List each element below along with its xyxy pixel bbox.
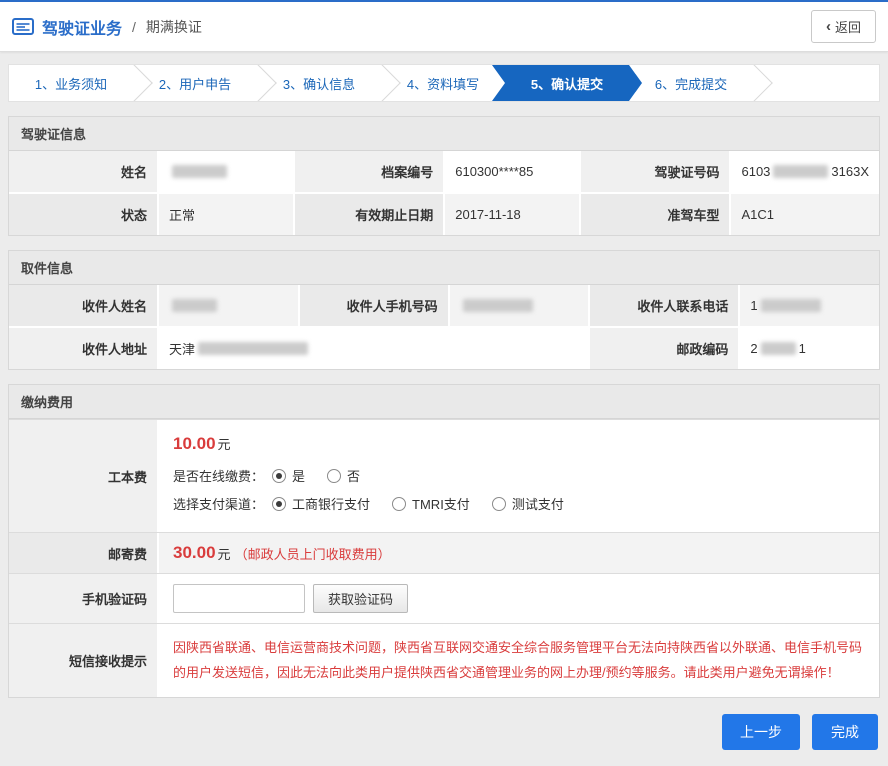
radio-channel-icbc[interactable]: 工商银行支付 xyxy=(272,494,370,513)
name-value xyxy=(159,151,293,192)
mail-fee-note: （邮政人员上门收取费用） xyxy=(235,544,391,563)
expiry-label: 有效期止日期 xyxy=(295,194,443,235)
vehicle-type-value: A1C1 xyxy=(731,194,879,235)
radio-channel-test[interactable]: 测试支付 xyxy=(492,494,564,513)
pay-channel-option-line: 选择支付渠道： 工商银行支付 TMRI支付 测试支付 xyxy=(173,494,865,513)
address-value: 天津 xyxy=(159,328,588,369)
production-fee-row: 工本费 10.00元 是否在线缴费： 是 否 选择支付渠道： xyxy=(9,419,879,532)
address-label: 收件人地址 xyxy=(9,328,157,369)
redacted-name xyxy=(172,165,227,178)
production-fee-amount: 10.00 xyxy=(173,434,216,453)
mail-fee-label: 邮寄费 xyxy=(9,533,157,573)
license-no-value: 61033163X xyxy=(731,151,879,192)
mail-fee-content: 30.00元（邮政人员上门收取费用） xyxy=(159,533,879,573)
breadcrumb-current: 期满换证 xyxy=(146,17,202,37)
breadcrumb-separator: / xyxy=(132,19,136,35)
mail-fee-row: 邮寄费 30.00元（邮政人员上门收取费用） xyxy=(9,532,879,573)
recipient-phone-value: 1 xyxy=(740,285,879,326)
section-title-license: 驾驶证信息 xyxy=(9,117,879,151)
recipient-name-label: 收件人姓名 xyxy=(9,285,157,326)
back-button-label: 返回 xyxy=(835,17,861,36)
vehicle-type-label: 准驾车型 xyxy=(581,194,729,235)
production-fee-label: 工本费 xyxy=(9,420,157,532)
sms-notice-text: 因陕西省联通、电信运营商技术问题，陕西省互联网交通安全综合服务管理平台无法向持陕… xyxy=(173,634,865,687)
status-value: 正常 xyxy=(159,194,293,235)
fee-unit: 元 xyxy=(218,437,231,452)
step-4-fill-data: 4、资料填写 xyxy=(381,65,505,101)
step-2-user-declaration: 2、用户申告 xyxy=(133,65,257,101)
step-5-confirm-submit-active: 5、确认提交 xyxy=(492,65,642,101)
finish-button[interactable]: 完成 xyxy=(812,714,878,750)
step-1-business-notice: 1、业务须知 xyxy=(9,65,133,101)
license-business-icon xyxy=(12,18,34,35)
license-info-table: 姓名 档案编号 610300****85 驾驶证号码 61033163X 状态 … xyxy=(9,151,879,235)
sms-code-input[interactable] xyxy=(173,584,305,613)
sms-notice-label: 短信接收提示 xyxy=(9,624,157,697)
fee-unit: 元 xyxy=(218,544,231,563)
sms-notice-row: 短信接收提示 因陕西省联通、电信运营商技术问题，陕西省互联网交通安全综合服务管理… xyxy=(9,623,879,697)
section-title-pickup: 取件信息 xyxy=(9,251,879,285)
production-fee-amount-line: 10.00元 xyxy=(173,434,865,454)
redacted-recipient-name xyxy=(172,299,217,312)
pay-channel-label: 选择支付渠道： xyxy=(173,494,264,513)
redacted-postcode xyxy=(761,342,796,355)
file-no-label: 档案编号 xyxy=(295,151,443,192)
sms-code-row: 手机验证码 获取验证码 xyxy=(9,573,879,623)
radio-channel-tmri[interactable]: TMRI支付 xyxy=(392,494,470,513)
previous-step-button[interactable]: 上一步 xyxy=(722,714,800,750)
recipient-phone-label: 收件人联系电话 xyxy=(590,285,738,326)
header: 驾驶证业务 / 期满换证 ‹ 返回 xyxy=(0,2,888,52)
pickup-info-table: 收件人姓名 收件人手机号码 收件人联系电话 1 收件人地址 天津 邮政编码 21 xyxy=(9,285,879,369)
chevron-left-icon: ‹ xyxy=(826,19,831,34)
radio-selected-icon xyxy=(272,469,286,483)
postcode-label: 邮政编码 xyxy=(590,328,738,369)
sms-code-content: 获取验证码 xyxy=(159,574,879,623)
production-fee-content: 10.00元 是否在线缴费： 是 否 选择支付渠道： 工商银行支付 xyxy=(159,420,879,532)
sms-notice-content: 因陕西省联通、电信运营商技术问题，陕西省互联网交通安全综合服务管理平台无法向持陕… xyxy=(159,624,879,697)
recipient-name-value xyxy=(159,285,298,326)
radio-unselected-icon xyxy=(392,497,406,511)
step-indicator: 1、业务须知 2、用户申告 3、确认信息 4、资料填写 5、确认提交 6、完成提… xyxy=(8,64,880,102)
name-label: 姓名 xyxy=(9,151,157,192)
get-code-button[interactable]: 获取验证码 xyxy=(313,584,408,613)
recipient-mobile-label: 收件人手机号码 xyxy=(300,285,448,326)
file-no-value: 610300****85 xyxy=(445,151,579,192)
pickup-info-section: 取件信息 收件人姓名 收件人手机号码 收件人联系电话 1 收件人地址 天津 邮政… xyxy=(8,250,880,370)
redacted-recipient-mobile xyxy=(463,299,533,312)
expiry-value: 2017-11-18 xyxy=(445,194,579,235)
recipient-mobile-value xyxy=(450,285,589,326)
step-3-confirm-info: 3、确认信息 xyxy=(257,65,381,101)
online-pay-label: 是否在线缴费： xyxy=(173,466,264,485)
radio-unselected-icon xyxy=(327,469,341,483)
payment-section: 缴纳费用 工本费 10.00元 是否在线缴费： 是 否 选择支付渠道： xyxy=(8,384,880,698)
mail-fee-amount: 30.00 xyxy=(173,543,216,563)
status-label: 状态 xyxy=(9,194,157,235)
redacted-address xyxy=(198,342,308,355)
breadcrumb: 驾驶证业务 / 期满换证 xyxy=(12,15,202,39)
license-no-label: 驾驶证号码 xyxy=(581,151,729,192)
license-info-section: 驾驶证信息 姓名 档案编号 610300****85 驾驶证号码 6103316… xyxy=(8,116,880,236)
section-title-payment: 缴纳费用 xyxy=(9,385,879,419)
sms-code-label: 手机验证码 xyxy=(9,574,157,623)
radio-online-pay-yes[interactable]: 是 xyxy=(272,466,305,485)
page-title: 驾驶证业务 xyxy=(42,15,122,39)
online-pay-option-line: 是否在线缴费： 是 否 xyxy=(173,466,865,485)
radio-selected-icon xyxy=(272,497,286,511)
postcode-value: 21 xyxy=(740,328,879,369)
radio-unselected-icon xyxy=(492,497,506,511)
step-6-complete-submit: 6、完成提交 xyxy=(629,65,753,101)
radio-online-pay-no[interactable]: 否 xyxy=(327,466,360,485)
redacted-license-no xyxy=(773,165,828,178)
redacted-recipient-phone xyxy=(761,299,821,312)
back-button[interactable]: ‹ 返回 xyxy=(811,10,876,43)
